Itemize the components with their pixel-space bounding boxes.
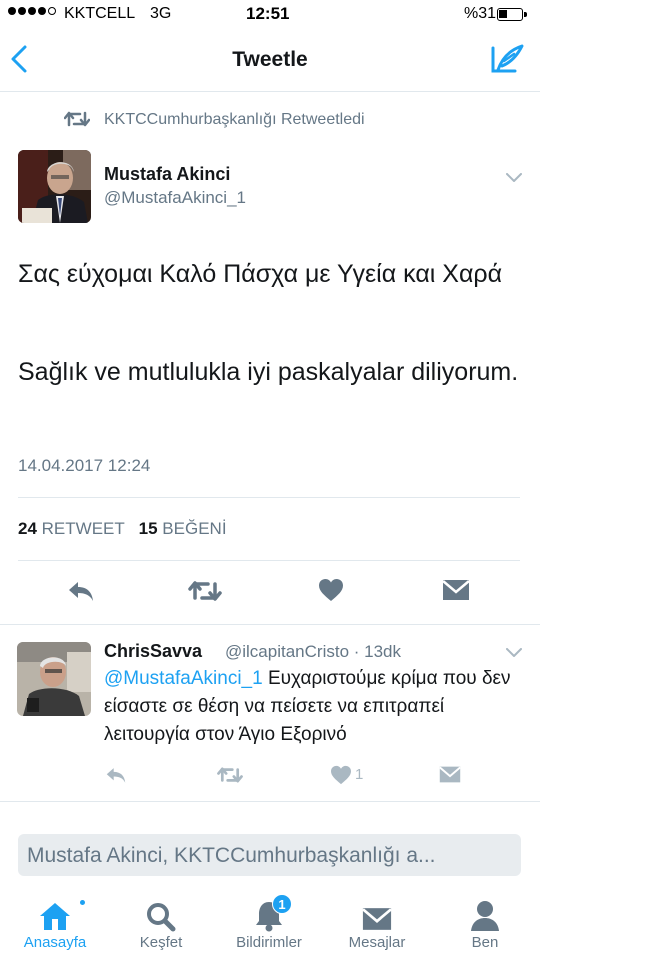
home-icon	[40, 903, 70, 930]
network-type: 3G	[150, 5, 172, 22]
reply-author-name[interactable]: ChrisSavva	[104, 641, 202, 662]
author-avatar[interactable]	[18, 150, 91, 223]
tab-label: Anasayfa	[23, 934, 87, 951]
reply-icon	[106, 768, 126, 783]
search-icon	[147, 903, 176, 932]
retweet-small-icon	[64, 111, 90, 127]
reply-like-button[interactable]	[330, 765, 352, 790]
mail-icon	[442, 580, 470, 600]
tab-label: Mesajlar	[348, 934, 406, 951]
mail-icon	[439, 766, 461, 783]
retweet-count: 24	[18, 519, 37, 538]
navigation-bar: Tweetle	[0, 30, 540, 92]
reply-message-button[interactable]	[439, 765, 461, 789]
compose-icon	[491, 44, 524, 73]
direct-message-button[interactable]	[442, 578, 470, 607]
reply-author-meta: @ilcapitanCristo · 13dk	[225, 642, 401, 661]
tab-explore[interactable]: Keşfet	[116, 890, 206, 951]
reply-icon	[69, 582, 93, 601]
author-handle[interactable]: @MustafaAkinci_1	[104, 188, 246, 208]
mail-icon	[362, 908, 392, 930]
notification-badge: 1	[272, 894, 292, 914]
tab-label: Bildirimler	[236, 934, 302, 951]
tweet-stats[interactable]: 24 RETWEET 15 BEĞENİ	[18, 519, 227, 539]
battery-percent: %31	[464, 5, 497, 22]
tab-notifications[interactable]: 1 Bildirimler	[224, 890, 314, 951]
compose-tweet-button[interactable]	[490, 44, 524, 81]
tab-messages[interactable]: Mesajlar	[332, 890, 422, 951]
retweet-icon	[188, 581, 222, 601]
divider	[18, 560, 520, 561]
tab-home[interactable]: Anasayfa	[10, 890, 100, 951]
reply-input[interactable]: Mustafa Akinci, KKTCCumhurbaşkanlığı a..…	[18, 834, 521, 876]
person-icon	[471, 901, 499, 931]
reply-reply-button[interactable]	[104, 765, 128, 790]
divider	[0, 624, 540, 625]
tweet-options-button[interactable]	[506, 170, 522, 188]
reply-retweet-button[interactable]	[216, 765, 244, 790]
tab-profile[interactable]: Ben	[440, 890, 530, 951]
retweet-context-label: KKTCCumhurbaşkanlığı Retweetledi	[104, 111, 365, 128]
signal-strength-icon	[8, 7, 56, 15]
author-name[interactable]: Mustafa Akinci	[104, 164, 230, 185]
tweet-timestamp: 14.04.2017 12:24	[18, 456, 151, 475]
tweet-text-turkish: Sağlık ve mutlulukla iyi paskalyalar dil…	[18, 358, 519, 386]
divider	[0, 801, 540, 802]
tab-label: Ben	[471, 934, 499, 951]
like-label: BEĞENİ	[162, 519, 227, 538]
reply-button[interactable]	[66, 578, 96, 609]
tweet-text-greek: Σας εύχομαι Καλό Πάσχα με Υγεία και Χαρά	[18, 260, 503, 288]
like-count: 15	[138, 519, 158, 538]
status-bar: KKTCELL 3G 12:51 %31	[0, 0, 540, 30]
divider	[18, 497, 520, 498]
new-content-dot	[80, 900, 85, 905]
heart-icon	[331, 765, 351, 785]
clock: 12:51	[246, 4, 290, 23]
author-photo	[18, 150, 91, 223]
reply-options-button[interactable]	[506, 645, 522, 663]
retweet-icon	[217, 767, 243, 783]
battery-icon	[497, 8, 527, 21]
chevron-down-icon	[506, 173, 522, 182]
retweet-button[interactable]	[188, 578, 222, 609]
page-title: Tweetle	[232, 48, 308, 71]
chevron-down-icon	[506, 648, 522, 657]
tab-label: Keşfet	[139, 934, 183, 951]
reply-actions	[0, 765, 540, 787]
like-button[interactable]	[318, 578, 344, 607]
mention-link[interactable]: @MustafaAkinci_1	[104, 668, 263, 689]
tab-bar: Anasayfa Keşfet 1 Bildirimler Mesajlar B…	[0, 890, 540, 960]
reply-text: @MustafaAkinci_1 Ευχαριστούμε κρίμα που …	[104, 665, 534, 749]
carrier-name: KKTCELL	[64, 5, 136, 22]
retweet-label: RETWEET	[41, 519, 125, 538]
tweet-actions	[0, 578, 540, 608]
reply-author-avatar[interactable]	[17, 642, 91, 716]
reply-author-photo	[17, 642, 91, 716]
reply-like-count: 1	[355, 766, 364, 783]
reply-input-placeholder: Mustafa Akinci, KKTCCumhurbaşkanlığı a..…	[27, 844, 436, 867]
heart-icon	[319, 579, 343, 601]
